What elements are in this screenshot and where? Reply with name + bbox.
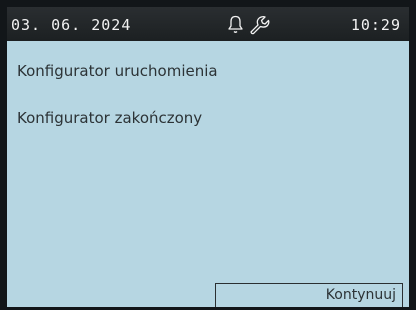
device-frame: 03. 06. 2024 10:29 Konfigurator uruchomi…: [0, 0, 416, 310]
status-icons: [225, 13, 271, 35]
status-time: 10:29: [350, 16, 401, 34]
display-screen: 03. 06. 2024 10:29 Konfigurator uruchomi…: [7, 7, 409, 307]
status-date: 03. 06. 2024: [11, 16, 132, 34]
wrench-icon: [250, 15, 270, 35]
status-bar: 03. 06. 2024 10:29: [7, 7, 409, 41]
wizard-title: Konfigurator uruchomienia: [17, 62, 218, 80]
continue-button[interactable]: Kontynuuj: [215, 283, 403, 307]
wizard-message: Konfigurator zakończony: [17, 109, 203, 127]
bell-icon: [228, 15, 243, 33]
